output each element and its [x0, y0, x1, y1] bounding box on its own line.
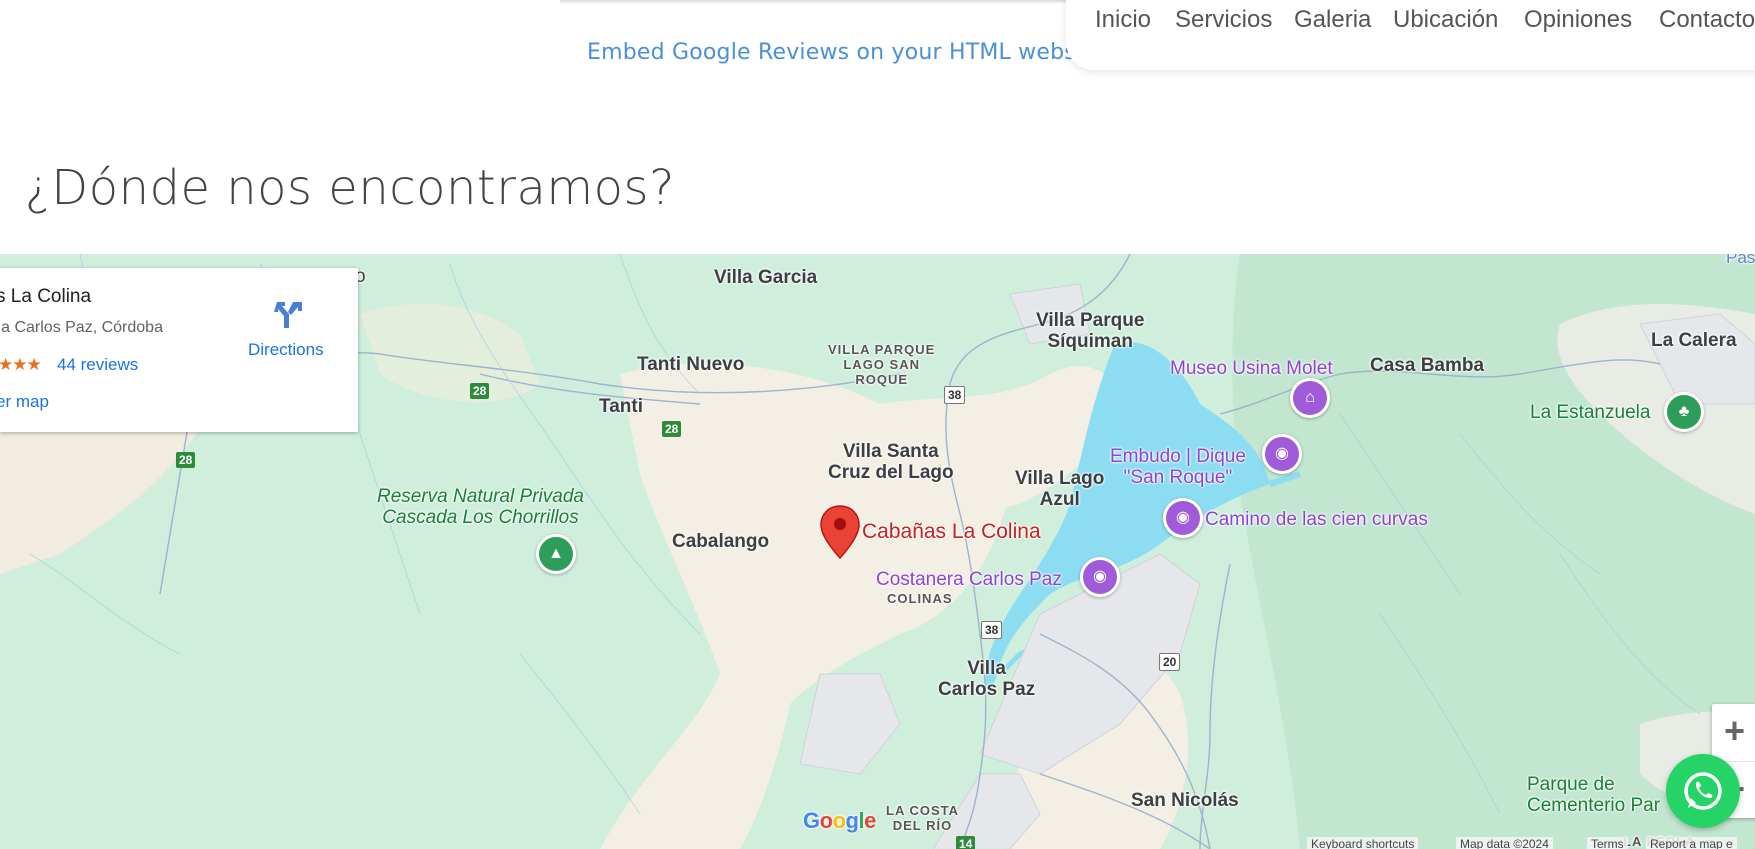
location-marker-icon[interactable]: [819, 504, 861, 560]
camera-icon[interactable]: ◉: [1262, 434, 1302, 474]
route-shield-28-c: 28: [176, 452, 196, 468]
keyboard-shortcuts-link[interactable]: Keyboard shortcuts: [1307, 837, 1419, 849]
place-address: lla Carlos Paz, Córdoba: [0, 319, 163, 336]
place-info-card: s La Colina lla Carlos Paz, Córdoba ★★★ …: [0, 268, 358, 432]
top-shadow: [560, 0, 1080, 4]
embed-google-reviews-link[interactable]: Embed Google Reviews on your HTML websit…: [587, 40, 1105, 65]
park-icon[interactable]: ♣: [1664, 392, 1704, 432]
map-label-villa-santa-cruz: Villa Santa Cruz del Lago: [828, 441, 954, 483]
camera-icon[interactable]: ◉: [1080, 557, 1120, 597]
map-data-text: Map data ©2024: [1456, 837, 1553, 849]
route-shield-28-b: 28: [662, 421, 682, 437]
poi-embudo-dique[interactable]: Embudo | Dique "San Roque": [1110, 446, 1246, 488]
museum-icon[interactable]: ⌂: [1290, 378, 1330, 418]
map-label-tanti: Tanti: [599, 396, 643, 417]
view-larger-map-link[interactable]: er map: [0, 392, 49, 412]
map-label-villa-parque-lago: VILLA PARQUE LAGO SAN ROQUE: [828, 342, 936, 387]
nav-ubicacion[interactable]: Ubicación: [1393, 6, 1498, 34]
camera-icon[interactable]: ◉: [1163, 498, 1203, 538]
whatsapp-button[interactable]: [1666, 754, 1740, 828]
route-shield-28-a: 28: [470, 383, 490, 399]
nav-galeria[interactable]: Galeria: [1294, 6, 1371, 34]
route-shield-14: 14: [956, 836, 976, 849]
route-shield-38-a: 38: [944, 386, 966, 404]
route-shield-20: 20: [1159, 653, 1181, 671]
map-label-casa-bamba: Casa Bamba: [1370, 355, 1485, 376]
map-label-villa-carlos-paz: Villa Carlos Paz: [938, 658, 1036, 700]
report-map-error-link[interactable]: Report a map e: [1646, 837, 1737, 849]
poi-cabanas-la-colina[interactable]: Cabañas La Colina: [862, 520, 1041, 544]
map-label-parque-cementerio: Parque de Cementerio Par: [1527, 774, 1661, 816]
nav-servicios[interactable]: Servicios: [1175, 6, 1272, 34]
map-label-san-nicolas: San Nicolás: [1131, 790, 1239, 811]
google-map[interactable]: o Villa Garcia Tanti Nuevo Tanti VILLA P…: [0, 254, 1755, 849]
map-label-colinas: COLINAS: [887, 591, 953, 606]
terms-link[interactable]: Terms: [1587, 837, 1628, 849]
map-label-villa-garcia: Villa Garcia: [714, 267, 818, 288]
nav-contacto[interactable]: Contacto: [1659, 6, 1755, 34]
poi-camino-cien-curvas[interactable]: Camino de las cien curvas: [1205, 509, 1428, 530]
rating-stars: ★★★: [0, 355, 42, 374]
map-label-villa-lago-azul: Villa Lago Azul: [1015, 468, 1105, 510]
section-title: ¿Dónde nos encontramos?: [25, 160, 676, 216]
map-label-tanti-nuevo: Tanti Nuevo: [637, 354, 745, 375]
reviews-link[interactable]: 44 reviews: [57, 355, 138, 375]
nav-inicio[interactable]: Inicio: [1095, 6, 1151, 34]
map-label-pas-fragment: Pas: [1726, 254, 1755, 267]
place-title: s La Colina: [0, 286, 92, 307]
poi-museo-usina-molet[interactable]: Museo Usina Molet: [1170, 358, 1333, 379]
whatsapp-icon: [1684, 772, 1722, 810]
directions-icon[interactable]: [273, 298, 305, 330]
map-label-cabalango: Cabalango: [672, 531, 770, 552]
directions-link[interactable]: Directions: [248, 340, 324, 360]
tree-icon[interactable]: ▲: [536, 534, 576, 574]
map-label-villa-parque-siquiman: Villa Parque Síquiman: [1036, 310, 1145, 352]
map-label-reserva: Reserva Natural Privada Cascada Los Chor…: [377, 486, 584, 528]
zoom-in-button[interactable]: +: [1712, 704, 1755, 760]
route-shield-38-b: 38: [981, 621, 1003, 639]
poi-costanera-carlos-paz[interactable]: Costanera Carlos Paz: [876, 569, 1062, 590]
google-logo: Google: [803, 808, 876, 833]
map-label-la-costa: LA COSTA DEL RÍO: [886, 803, 959, 833]
nav-opiniones[interactable]: Opiniones: [1524, 6, 1632, 34]
poi-la-estanzuela[interactable]: La Estanzuela: [1530, 402, 1650, 424]
main-navbar: Inicio Servicios Galeria Ubicación Opini…: [1066, 0, 1755, 70]
map-label-la-calera: La Calera: [1651, 330, 1737, 351]
